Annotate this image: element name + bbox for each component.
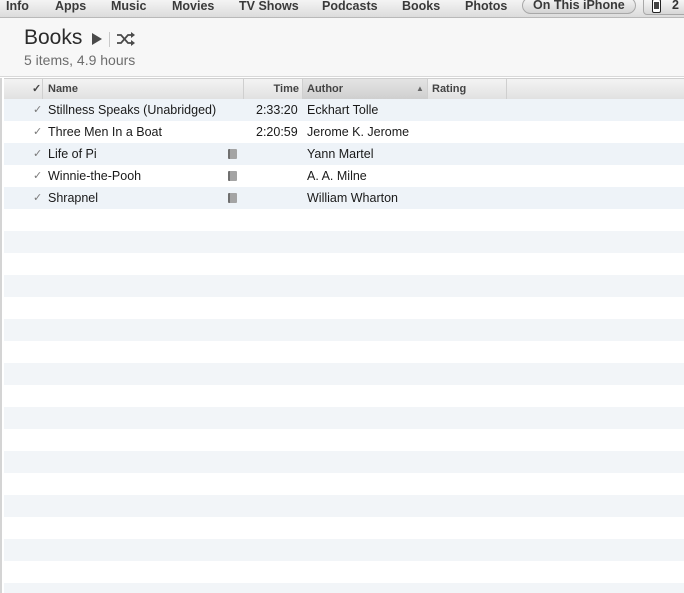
column-header-time[interactable]: Time [244, 79, 303, 99]
tab-tv-shows[interactable]: TV Shows [239, 0, 299, 15]
row-author: Yann Martel [307, 147, 374, 161]
sort-ascending-icon: ▲ [416, 84, 424, 93]
row-checkbox[interactable]: ✓ [33, 187, 42, 209]
tab-on-this-iphone[interactable]: On This iPhone [522, 0, 636, 14]
books-header: Books 5 items, 4.9 hours [0, 18, 684, 77]
play-icon[interactable] [92, 33, 102, 45]
device-count: 2 [672, 0, 679, 12]
ebook-icon [228, 171, 237, 181]
column-header-author[interactable]: Author ▲ [303, 79, 428, 99]
name-header-label: Name [48, 83, 78, 95]
row-author: Eckhart Tolle [307, 103, 379, 117]
check-header-label: ✓ [32, 83, 42, 95]
table-row[interactable]: ✓ Winnie-the-Pooh A. A. Milne [4, 165, 684, 187]
table-row[interactable]: ✓ Life of Pi Yann Martel [4, 143, 684, 165]
row-checkbox[interactable]: ✓ [33, 99, 42, 121]
tab-info[interactable]: Info [6, 0, 29, 15]
row-checkbox[interactable]: ✓ [33, 165, 42, 187]
row-author: Jerome K. Jerome [307, 125, 410, 139]
column-header-rating[interactable]: Rating [428, 79, 507, 99]
row-time: 2:33:20 [256, 103, 298, 117]
row-name: Shrapnel [48, 191, 99, 205]
tab-books[interactable]: Books [402, 0, 440, 15]
tab-podcasts[interactable]: Podcasts [322, 0, 378, 15]
row-author: A. A. Milne [307, 169, 367, 183]
left-edge [0, 78, 2, 593]
row-author: William Wharton [307, 191, 398, 205]
row-name: Life of Pi [48, 147, 97, 161]
header-divider [109, 32, 110, 47]
top-tab-bar: Info Apps Music Movies TV Shows Podcasts… [0, 0, 684, 18]
iphone-icon [652, 0, 661, 13]
column-header-name[interactable]: Name [43, 79, 244, 99]
row-name: Stillness Speaks (Unabridged) [48, 103, 217, 117]
author-header-label: Author [307, 83, 344, 95]
rating-header-label: Rating [432, 83, 467, 95]
row-checkbox[interactable]: ✓ [33, 143, 42, 165]
shuffle-icon[interactable] [116, 31, 136, 47]
table-row[interactable]: ✓ Shrapnel William Wharton [4, 187, 684, 209]
row-time: 2:20:59 [256, 125, 298, 139]
row-name: Three Men In a Boat [48, 125, 162, 139]
column-header-check[interactable]: ✓ [4, 79, 43, 99]
books-table: ✓ Name Time Author ▲ Rating ✓ Stillness … [4, 78, 684, 593]
ebook-icon [228, 193, 237, 203]
page-title: Books [24, 26, 83, 49]
ebook-icon [228, 149, 237, 159]
table-row[interactable]: ✓ Three Men In a Boat 2:20:59 Jerome K. … [4, 121, 684, 143]
table-row[interactable]: ✓ Stillness Speaks (Unabridged) 2:33:20 … [4, 99, 684, 121]
row-checkbox[interactable]: ✓ [33, 121, 42, 143]
tab-photos[interactable]: Photos [465, 0, 507, 15]
tab-movies[interactable]: Movies [172, 0, 214, 15]
table-header: ✓ Name Time Author ▲ Rating [4, 78, 684, 100]
tab-apps[interactable]: Apps [55, 0, 86, 15]
tab-music[interactable]: Music [111, 0, 146, 15]
summary-text: 5 items, 4.9 hours [24, 52, 136, 68]
row-name: Winnie-the-Pooh [48, 169, 142, 183]
time-header-label: Time [273, 83, 299, 95]
device-button[interactable]: 2 [643, 0, 684, 15]
